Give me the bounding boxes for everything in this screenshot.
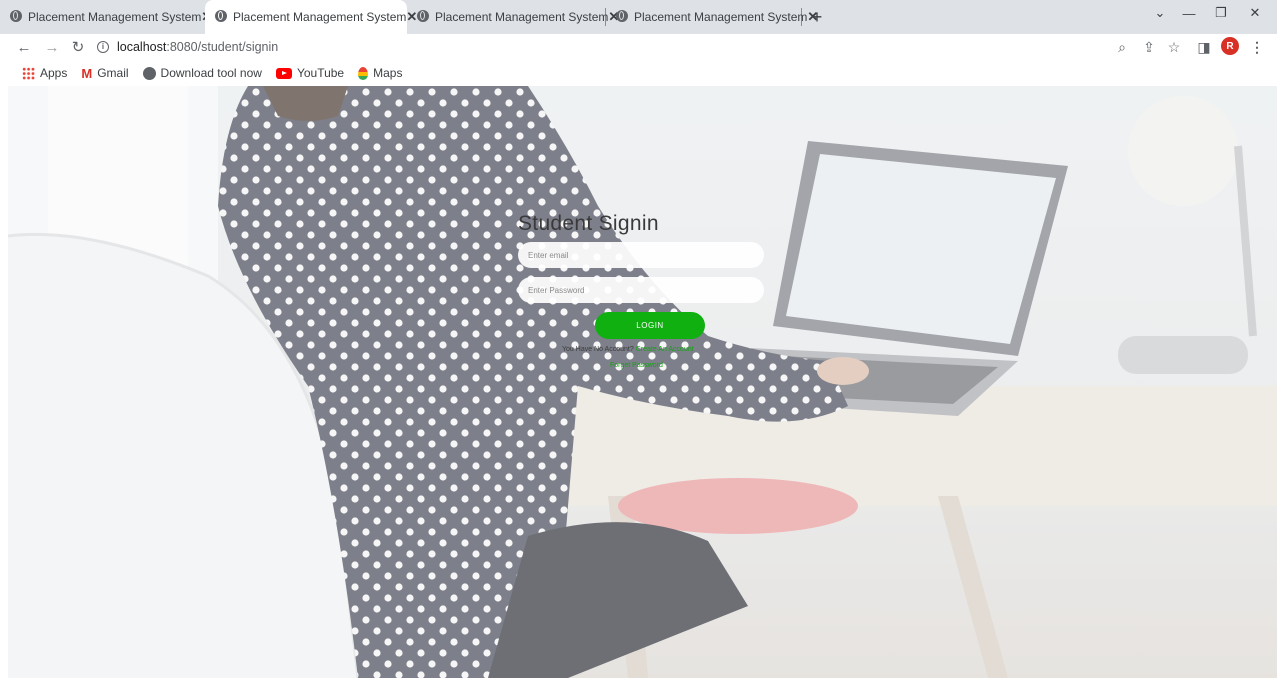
forward-icon[interactable]: → [42, 37, 62, 57]
bookmark-label: YouTube [296, 66, 345, 80]
bookmark-download-tool[interactable]: Download tool now [142, 66, 262, 80]
bookmark-star-icon[interactable]: ☆ [1164, 37, 1184, 57]
youtube-icon [275, 67, 292, 79]
globe-icon [10, 10, 22, 22]
apps-grid-icon [22, 66, 35, 80]
globe-icon [142, 66, 156, 80]
url-host: localhost [117, 40, 167, 54]
maps-pin-icon [358, 66, 369, 80]
tab-strip: Placement Management System ✕ Placement … [0, 0, 1277, 34]
menu-icon[interactable]: ⋮ [1247, 37, 1267, 57]
forgot-password-link[interactable]: Forget Password [518, 362, 774, 369]
close-icon[interactable]: ✕ [807, 9, 818, 25]
page-viewport: Student Signin LOGIN You Have No Account… [8, 86, 1277, 678]
signin-form: Student Signin LOGIN You Have No Account… [518, 212, 774, 369]
browser-tab[interactable]: Placement Management System ✕ [606, 0, 818, 34]
address-bar[interactable]: i localhost:8080/student/signin [97, 37, 278, 57]
page-title: Student Signin [518, 212, 659, 235]
globe-icon [215, 10, 227, 22]
signup-prompt: You Have No Account? Create An Account [518, 346, 774, 353]
minimize-icon[interactable]: — [1176, 0, 1202, 26]
gmail-icon: M [81, 65, 93, 81]
tab-title: Placement Management System [435, 10, 609, 24]
login-button[interactable]: LOGIN [595, 312, 705, 339]
no-account-text: You Have No Account? [562, 346, 634, 353]
bookmark-label: Download tool now [160, 66, 262, 80]
bookmark-label: Gmail [97, 66, 129, 80]
browser-tab[interactable]: Placement Management System ✕ [407, 0, 619, 34]
url-path: :8080/student/signin [166, 40, 279, 54]
bookmark-label: Apps [40, 66, 68, 80]
globe-icon [616, 10, 628, 22]
create-account-link[interactable]: Create An Account [636, 346, 694, 353]
tab-title: Placement Management System [233, 10, 407, 24]
browser-tab-active[interactable]: Placement Management System ✕ [205, 0, 417, 34]
site-info-icon[interactable]: i [97, 41, 109, 53]
bookmark-label: Maps [373, 66, 403, 80]
restore-icon[interactable]: ❐ [1208, 0, 1234, 26]
background-overlay [8, 86, 1277, 678]
side-panel-icon[interactable]: ◨ [1194, 37, 1214, 57]
zoom-icon[interactable]: ⌕ [1112, 37, 1132, 57]
bookmark-gmail[interactable]: M Gmail [81, 66, 128, 80]
profile-avatar[interactable]: R [1221, 37, 1239, 55]
tab-title: Placement Management System [28, 10, 202, 24]
back-icon[interactable]: ← [14, 37, 34, 57]
reload-icon[interactable]: ↻ [68, 37, 88, 57]
window-close-icon[interactable]: ✕ [1242, 0, 1268, 26]
email-field[interactable] [518, 242, 764, 268]
bookmark-apps[interactable]: Apps [22, 66, 67, 80]
browser-toolbar: ← → ↻ i localhost:8080/student/signin ⌕ … [0, 34, 1277, 60]
bookmark-youtube[interactable]: YouTube [275, 66, 345, 80]
password-field[interactable] [518, 277, 764, 303]
globe-icon [417, 10, 429, 22]
browser-tab[interactable]: Placement Management System ✕ [0, 0, 212, 34]
share-icon[interactable]: ⇪ [1139, 37, 1159, 57]
bookmarks-bar: Apps M Gmail Download tool now YouTube M… [0, 60, 1277, 86]
tab-title: Placement Management System [634, 10, 808, 24]
tab-search-icon[interactable]: ⌄ [1150, 0, 1170, 26]
bookmark-maps[interactable]: Maps [358, 66, 402, 80]
